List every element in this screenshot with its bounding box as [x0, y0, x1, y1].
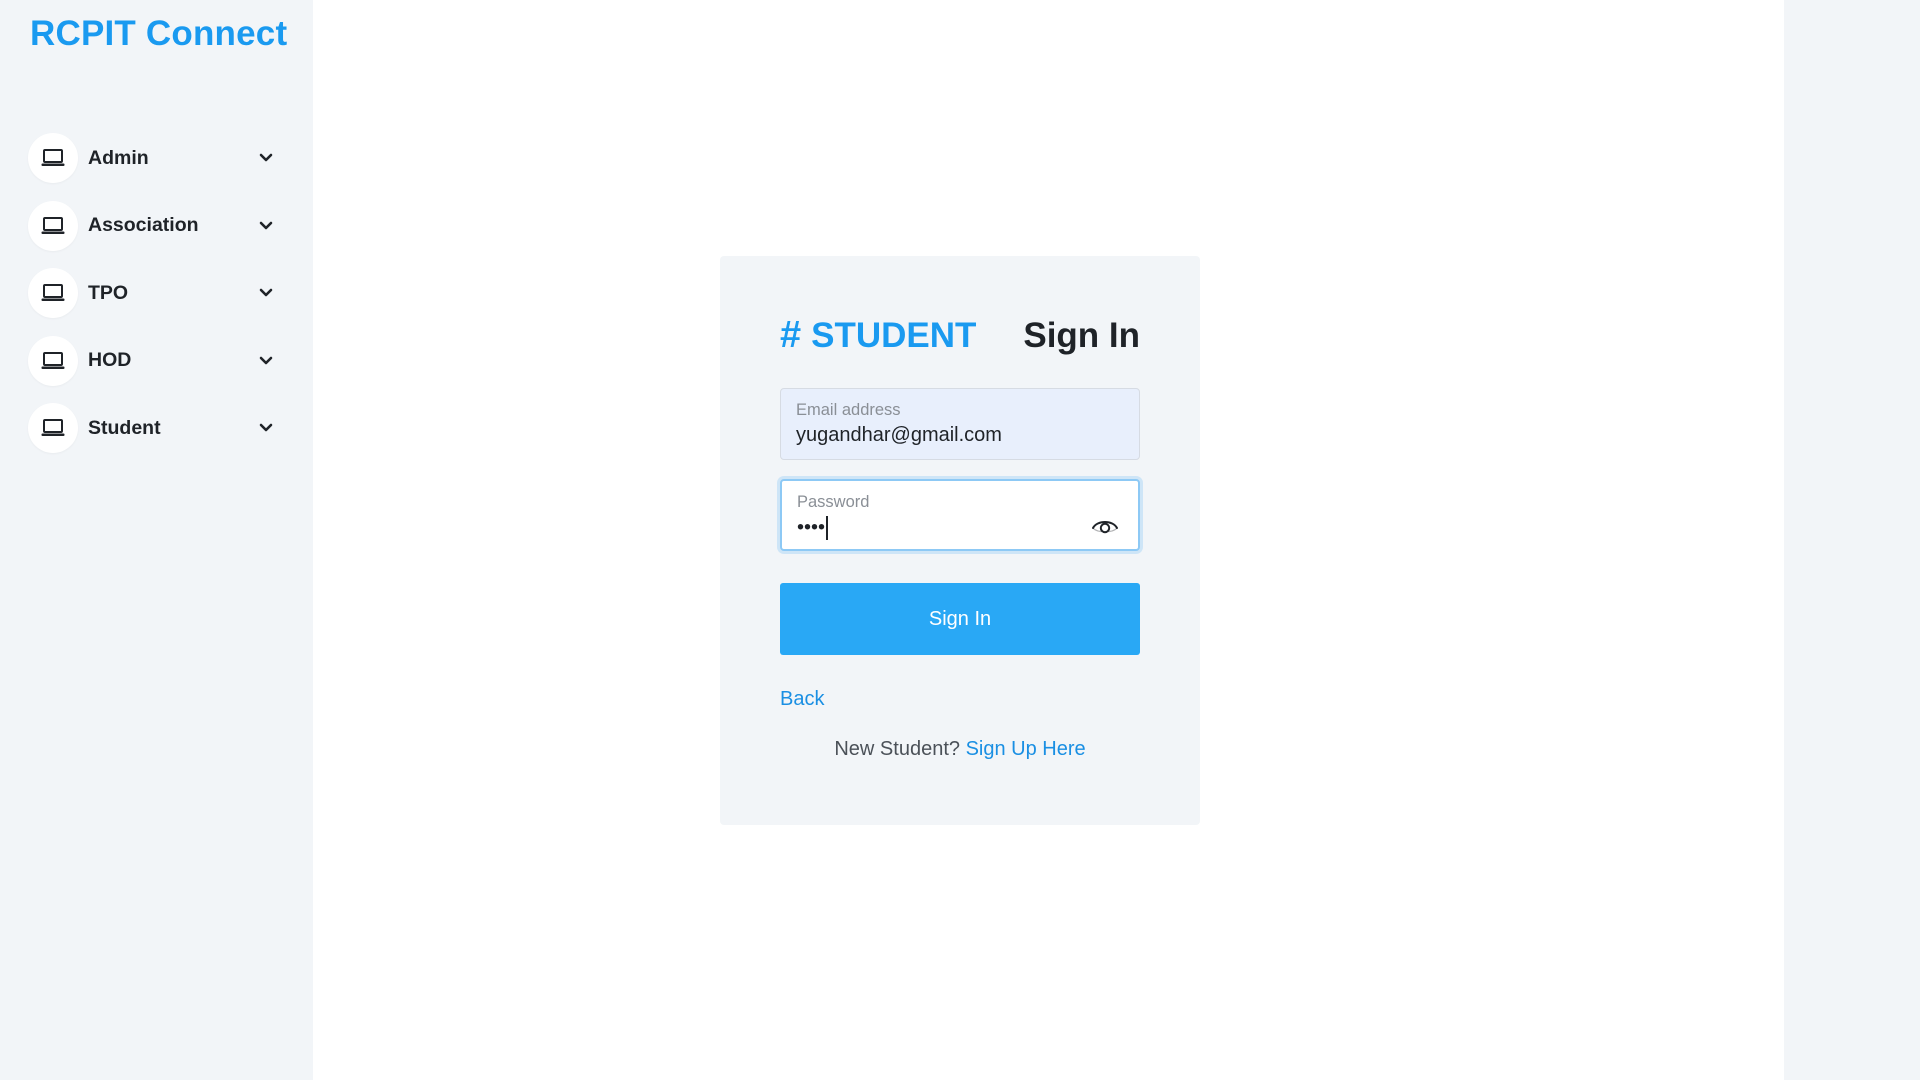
laptop-icon	[28, 335, 78, 386]
sidebar-item-admin[interactable]: Admin	[28, 133, 278, 183]
hash-icon: #	[780, 314, 802, 356]
right-gutter	[1784, 0, 1920, 1080]
role-label: STUDENT	[811, 315, 977, 355]
chevron-down-icon[interactable]	[254, 349, 278, 373]
signin-button[interactable]: Sign In	[780, 583, 1140, 655]
laptop-icon	[28, 133, 78, 183]
laptop-icon	[28, 403, 78, 453]
signup-row: New Student? Sign Up Here	[780, 738, 1140, 761]
password-input[interactable]: ••••	[797, 516, 1087, 540]
text-caret	[826, 516, 828, 540]
sidebar-nav: Admin Association TPO HOD Student	[28, 133, 278, 471]
email-label: Email address	[796, 401, 901, 419]
sidebar-item-student[interactable]: Student	[28, 403, 278, 453]
role-heading: # STUDENT	[780, 314, 976, 357]
page-title: Sign In	[1023, 315, 1140, 355]
sidebar-item-tpo[interactable]: TPO	[28, 268, 278, 318]
password-masked-value: ••••	[797, 516, 826, 539]
signup-prompt: New Student?	[834, 738, 960, 760]
sidebar: RCPIT Connect Admin Association TPO HOD …	[0, 0, 313, 1080]
chevron-down-icon[interactable]	[254, 214, 278, 238]
eye-icon[interactable]	[1090, 515, 1120, 537]
sidebar-item-label: Admin	[88, 146, 149, 169]
sidebar-item-hod[interactable]: HOD	[28, 335, 278, 386]
sidebar-item-label: HOD	[88, 349, 132, 371]
back-link[interactable]: Back	[780, 688, 824, 711]
app-root: RCPIT Connect Admin Association TPO HOD …	[0, 0, 1920, 1080]
chevron-down-icon[interactable]	[254, 416, 278, 440]
sidebar-item-label: Association	[88, 214, 199, 236]
chevron-down-icon[interactable]	[254, 146, 278, 170]
email-field[interactable]: Email address	[780, 388, 1140, 460]
signin-card: # STUDENT Sign In Email address Password…	[720, 256, 1200, 825]
laptop-icon	[28, 200, 78, 251]
sidebar-item-label: Student	[88, 416, 161, 439]
chevron-down-icon[interactable]	[254, 281, 278, 305]
email-input[interactable]	[796, 424, 1086, 447]
card-header: # STUDENT Sign In	[780, 314, 1140, 357]
sidebar-item-association[interactable]: Association	[28, 200, 278, 251]
password-label: Password	[797, 493, 870, 511]
sidebar-item-label: TPO	[88, 281, 129, 304]
signup-link[interactable]: Sign Up Here	[966, 738, 1086, 760]
password-field[interactable]: Password ••••	[780, 479, 1140, 551]
brand-title[interactable]: RCPIT Connect	[30, 14, 287, 54]
laptop-icon	[28, 268, 78, 318]
